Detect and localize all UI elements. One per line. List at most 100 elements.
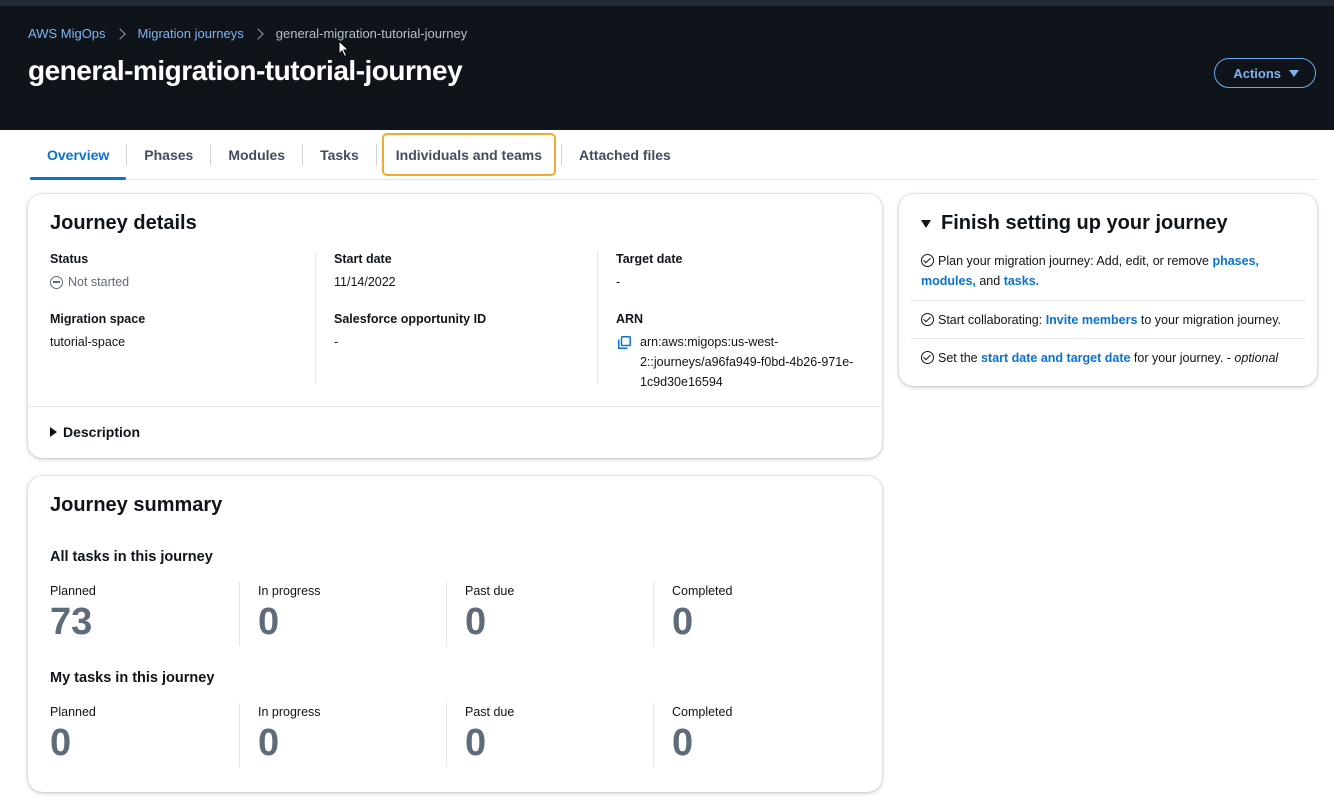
stat-value: 0	[671, 722, 694, 764]
journey-details-title: Journey details	[50, 212, 197, 234]
all-in-progress-stat: In progress 0	[238, 582, 446, 646]
setup-item-text: to your migration journey.	[1137, 313, 1282, 327]
setup-item-collaborate: Start collaborating: Invite members to y…	[921, 310, 1296, 330]
stat-value: 0	[464, 601, 487, 643]
page-header: AWS MigOps Migration journeys general-mi…	[0, 0, 1334, 130]
tab-bar: Overview Phases Modules Tasks Individual…	[30, 130, 1316, 180]
my-in-progress-stat: In progress 0	[238, 703, 446, 767]
tab-overview[interactable]: Overview	[30, 130, 127, 180]
migration-space-value: tutorial-space	[50, 335, 126, 349]
my-tasks-stats: Planned 0 In progress 0 Past due 0 Compl…	[50, 703, 860, 767]
setup-divider	[911, 338, 1305, 339]
tab-individuals-and-teams[interactable]: Individuals and teams	[379, 130, 559, 179]
optional-label: optional	[1234, 351, 1279, 365]
stat-label: Past due	[464, 584, 515, 598]
finish-setup-card: Finish setting up your journey Plan your…	[899, 194, 1317, 386]
setup-item-text: Start collaborating:	[938, 313, 1046, 327]
finish-setup-title: Finish setting up your journey	[941, 212, 1228, 234]
status-label: Status	[50, 252, 89, 266]
copy-icon[interactable]	[618, 336, 631, 349]
stat-value: 0	[257, 601, 280, 643]
description-expander[interactable]: Description	[50, 424, 140, 440]
tab-label: Individuals and teams	[395, 146, 543, 163]
tab-label: Phases	[144, 146, 194, 163]
all-completed-stat: Completed 0	[652, 582, 860, 646]
caret-down-icon	[1289, 69, 1299, 77]
details-column-1: Status Not started Migration space tutor…	[50, 252, 316, 384]
details-column-3: Target date - ARN arn:aws:migops:us-west…	[597, 252, 867, 389]
check-circle-icon	[921, 254, 934, 267]
journey-summary-title: Journey summary	[50, 494, 223, 516]
tasks-link[interactable]: tasks.	[1004, 274, 1039, 288]
breadcrumb-current: general-migration-tutorial-journey	[275, 26, 468, 41]
breadcrumb-aws-migops[interactable]: AWS MigOps	[28, 26, 106, 41]
tab-attached-files[interactable]: Attached files	[562, 130, 688, 179]
stat-value: 0	[671, 601, 694, 643]
details-column-2: Start date 11/14/2022 Salesforce opportu…	[315, 252, 597, 384]
stat-label: Completed	[671, 705, 733, 719]
setup-item-dates: Set the start date and target date for y…	[921, 348, 1296, 368]
arn-value-wrapper: arn:aws:migops:us-west-2::journeys/a96fa…	[616, 332, 867, 392]
finish-setup-expander[interactable]: Finish setting up your journey	[921, 212, 1228, 235]
page-title: general-migration-tutorial-journey	[28, 55, 463, 86]
check-circle-icon	[921, 351, 934, 364]
stat-value: 0	[464, 722, 487, 764]
setup-item-text: Set the	[938, 351, 982, 365]
caret-down-icon	[921, 219, 931, 228]
setup-item-text: Plan your migration journey: Add, edit, …	[938, 254, 1213, 268]
breadcrumb-migration-journeys[interactable]: Migration journeys	[138, 26, 244, 41]
target-date-label: Target date	[616, 252, 683, 266]
stat-label: Planned	[50, 705, 96, 719]
setup-divider	[911, 300, 1305, 301]
description-label: Description	[63, 424, 141, 440]
target-date-field: Target date -	[616, 252, 867, 292]
phases-link[interactable]: phases,	[1212, 254, 1259, 268]
mouse-cursor-icon	[338, 40, 350, 58]
breadcrumb: AWS MigOps Migration journeys general-mi…	[28, 26, 467, 41]
tab-tasks[interactable]: Tasks	[303, 130, 376, 179]
migration-space-label: Migration space	[50, 312, 146, 326]
modules-link[interactable]: modules,	[921, 274, 976, 288]
stat-value: 0	[257, 722, 280, 764]
salesforce-field: Salesforce opportunity ID -	[334, 312, 597, 352]
all-planned-stat: Planned 73	[50, 582, 239, 646]
status-text: Not started	[68, 275, 130, 289]
arn-field: ARN arn:aws:migops:us-west-2::journeys/a…	[616, 312, 867, 392]
tab-divider	[375, 143, 377, 166]
setup-item-text: for your journey. -	[1130, 351, 1235, 365]
tab-label: Overview	[47, 146, 110, 163]
invite-members-link[interactable]: Invite members	[1046, 313, 1138, 327]
start-date-label: Start date	[334, 252, 392, 266]
all-tasks-title: All tasks in this journey	[50, 549, 213, 565]
dates-link[interactable]: start date and target date	[981, 351, 1130, 365]
my-planned-stat: Planned 0	[50, 703, 239, 767]
stat-label: Planned	[50, 584, 96, 598]
actions-button[interactable]: Actions	[1214, 58, 1316, 88]
stat-label: In progress	[257, 584, 321, 598]
tab-label: Attached files	[579, 146, 671, 163]
status-value: Not started	[50, 272, 316, 292]
chevron-right-icon	[113, 27, 126, 40]
header-topline	[0, 0, 1334, 6]
setup-item-plan: Plan your migration journey: Add, edit, …	[921, 251, 1296, 291]
caret-right-icon	[50, 427, 57, 437]
all-past-due-stat: Past due 0	[445, 582, 653, 646]
my-past-due-stat: Past due 0	[445, 703, 653, 767]
tab-label: Tasks	[320, 146, 359, 163]
not-started-icon	[50, 275, 63, 289]
salesforce-label: Salesforce opportunity ID	[334, 312, 487, 326]
all-tasks-stats: Planned 73 In progress 0 Past due 0 Comp…	[50, 582, 860, 646]
details-divider	[28, 406, 882, 407]
my-completed-stat: Completed 0	[652, 703, 860, 767]
arn-value: arn:aws:migops:us-west-2::journeys/a96fa…	[640, 335, 854, 389]
arn-label: ARN	[616, 312, 644, 326]
tab-label: Modules	[228, 146, 286, 163]
stat-value: 73	[50, 601, 93, 643]
journey-details-card: Journey details Status Not started Migra…	[28, 194, 882, 458]
target-date-value: -	[616, 275, 621, 289]
tab-modules[interactable]: Modules	[211, 130, 302, 179]
start-date-field: Start date 11/14/2022	[334, 252, 597, 292]
tab-phases[interactable]: Phases	[127, 130, 210, 179]
migration-space-field: Migration space tutorial-space	[50, 312, 316, 352]
stat-label: Completed	[671, 584, 733, 598]
